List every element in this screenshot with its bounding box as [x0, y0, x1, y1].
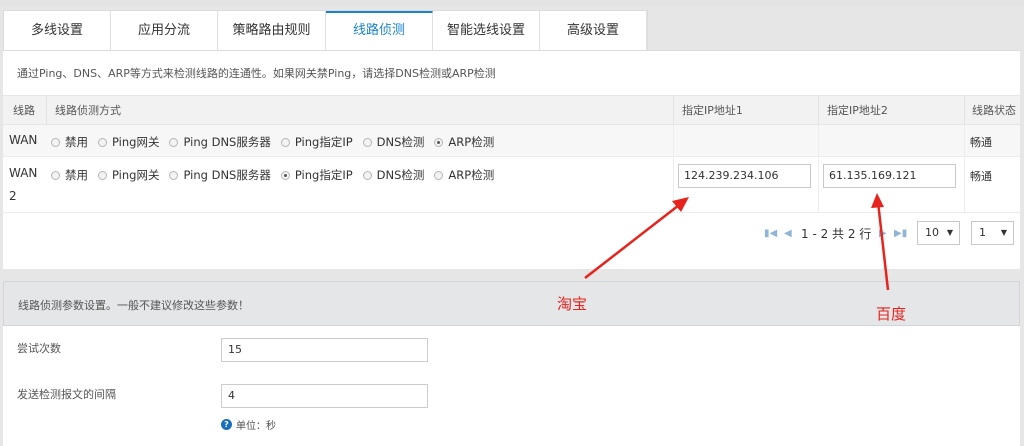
tab-policy-routing[interactable]: 策略路由规则: [218, 11, 326, 51]
line-status: 畅通: [970, 136, 992, 149]
radio-circle-icon: [434, 170, 444, 180]
try-count-label: 尝试次数: [17, 342, 61, 355]
radio-circle-icon: [98, 170, 107, 180]
prev-page-icon[interactable]: ◀: [784, 228, 792, 239]
line-status: 畅通: [970, 170, 992, 183]
radio-label: DNS检测: [376, 135, 425, 149]
header-divider: [673, 96, 674, 126]
tab-bar: 多线设置 应用分流 策略路由规则 线路侦测 智能选线设置 高级设置: [3, 10, 648, 51]
header-status: 线路状态: [972, 104, 1016, 117]
column-divider: [673, 125, 674, 157]
chevron-down-icon: ▼: [946, 228, 953, 237]
tab-smart-line-selection[interactable]: 智能选线设置: [433, 11, 540, 51]
detection-method-radio-group: 禁用 Ping网关 Ping DNS服务器 Ping指定IP DNS检测 ARP检测: [51, 134, 504, 150]
radio-label: Ping指定IP: [294, 135, 353, 149]
pagination: ▮◀ ◀ 1 - 2 共 2 行 ▶ ▶▮ 10 ▼ 1 ▼: [3, 219, 1020, 249]
last-page-icon[interactable]: ▶▮: [894, 228, 907, 239]
radio-circle-icon: [51, 170, 60, 180]
ip1-input[interactable]: 124.239.234.106: [678, 164, 811, 188]
radio-label: Ping网关: [112, 168, 160, 182]
radio-circle-icon: [51, 137, 60, 147]
detection-method-radio[interactable]: Ping指定IP: [280, 134, 353, 150]
radio-circle-icon: [169, 170, 179, 180]
radio-circle-icon: [362, 170, 372, 180]
page-range-text: 1 - 2 共 2 行: [801, 227, 872, 241]
detection-method-radio[interactable]: Ping指定IP: [280, 167, 353, 183]
baidu-annotation: 百度: [876, 305, 907, 323]
page-size-select[interactable]: 10 ▼: [917, 221, 960, 245]
detection-method-radio[interactable]: Ping网关: [98, 167, 159, 183]
radio-label: DNS检测: [376, 168, 425, 182]
chevron-down-icon: ▼: [1000, 228, 1007, 237]
taobao-annotation: 淘宝: [557, 295, 588, 313]
question-icon: ?: [221, 419, 232, 430]
row-line-name: WAN: [9, 133, 38, 147]
radio-circle-icon: [362, 137, 372, 147]
next-page-icon[interactable]: ▶: [879, 228, 887, 239]
table-row: WAN 2 禁用 Ping网关 Ping DNS服务器 Ping指定IP DNS检测 AR…: [3, 157, 1020, 213]
interval-input[interactable]: 4: [221, 384, 428, 408]
page-size-value: 10: [925, 226, 939, 239]
tab-app-split[interactable]: 应用分流: [111, 11, 218, 51]
detection-method-radio-group: 禁用 Ping网关 Ping DNS服务器 Ping指定IP DNS检测 ARP检测: [51, 167, 504, 183]
line-detection-panel: 通过Ping、DNS、ARP等方式来检测线路的连通性。如果网关禁Ping，请选择…: [3, 51, 1020, 269]
detection-method-radio[interactable]: Ping DNS服务器: [169, 134, 271, 150]
radio-label: ARP检测: [448, 135, 495, 149]
params-section-header: 线路侦测参数设置。一般不建议修改这些参数！: [3, 281, 1020, 326]
radio-label: Ping DNS服务器: [183, 135, 271, 149]
header-divider: [818, 96, 819, 126]
radio-circle-icon: [169, 137, 179, 147]
radio-circle-icon: [280, 137, 290, 147]
unit-hint: ? 单位：秒: [221, 417, 276, 432]
table-row: WAN 禁用 Ping网关 Ping DNS服务器 Ping指定IP DNS检测 ARP检…: [3, 125, 1020, 157]
header-ip2: 指定IP地址2: [827, 104, 888, 117]
radio-circle-icon: [98, 137, 107, 147]
detection-method-radio[interactable]: DNS检测: [362, 167, 425, 183]
detection-method-radio[interactable]: 禁用: [51, 134, 88, 150]
header-divider: [964, 96, 965, 126]
page-number-select[interactable]: 1 ▼: [971, 221, 1014, 245]
radio-label: ARP检测: [448, 168, 495, 182]
radio-circle-icon: [434, 137, 444, 147]
radio-label: Ping网关: [112, 135, 160, 149]
row-line-name: WAN: [9, 166, 38, 180]
radio-label: Ping指定IP: [294, 168, 353, 182]
ip2-input[interactable]: 61.135.169.121: [823, 164, 956, 188]
detection-method-radio[interactable]: Ping DNS服务器: [169, 167, 271, 183]
params-header-text: 线路侦测参数设置。一般不建议修改这些参数！: [18, 299, 249, 312]
row-line-number: 2: [9, 189, 17, 203]
header-divider: [46, 96, 47, 126]
detection-method-radio[interactable]: Ping网关: [98, 134, 159, 150]
column-divider: [673, 157, 674, 213]
header-line: 线路: [13, 104, 35, 117]
header-method: 线路侦测方式: [55, 104, 121, 117]
column-divider: [964, 157, 965, 213]
radio-label: 禁用: [65, 168, 88, 182]
table-header: 线路 线路侦测方式 指定IP地址1 指定IP地址2 线路状态: [3, 95, 1020, 126]
params-section-body: 尝试次数 15 发送检测报文的间隔 4 ? 单位：秒: [3, 326, 1020, 446]
detection-method-radio[interactable]: ARP检测: [434, 167, 494, 183]
column-divider: [818, 157, 819, 213]
page-number-value: 1: [979, 226, 986, 239]
radio-label: Ping DNS服务器: [183, 168, 271, 182]
tab-advanced-settings[interactable]: 高级设置: [540, 11, 647, 51]
description-text: 通过Ping、DNS、ARP等方式来检测线路的连通性。如果网关禁Ping，请选择…: [17, 67, 496, 80]
column-divider: [964, 125, 965, 157]
tab-line-detection[interactable]: 线路侦测: [326, 11, 433, 51]
unit-hint-text: 单位：秒: [236, 421, 276, 432]
radio-label: 禁用: [65, 135, 88, 149]
detection-method-radio[interactable]: ARP检测: [434, 134, 494, 150]
first-page-icon[interactable]: ▮◀: [764, 228, 777, 239]
detection-method-radio[interactable]: 禁用: [51, 167, 88, 183]
header-ip1: 指定IP地址1: [682, 104, 743, 117]
try-count-input[interactable]: 15: [221, 338, 428, 362]
detection-method-radio[interactable]: DNS检测: [362, 134, 425, 150]
tab-multiline-settings[interactable]: 多线设置: [4, 11, 111, 51]
radio-circle-icon: [280, 170, 290, 180]
column-divider: [818, 125, 819, 157]
interval-label: 发送检测报文的间隔: [17, 388, 116, 401]
